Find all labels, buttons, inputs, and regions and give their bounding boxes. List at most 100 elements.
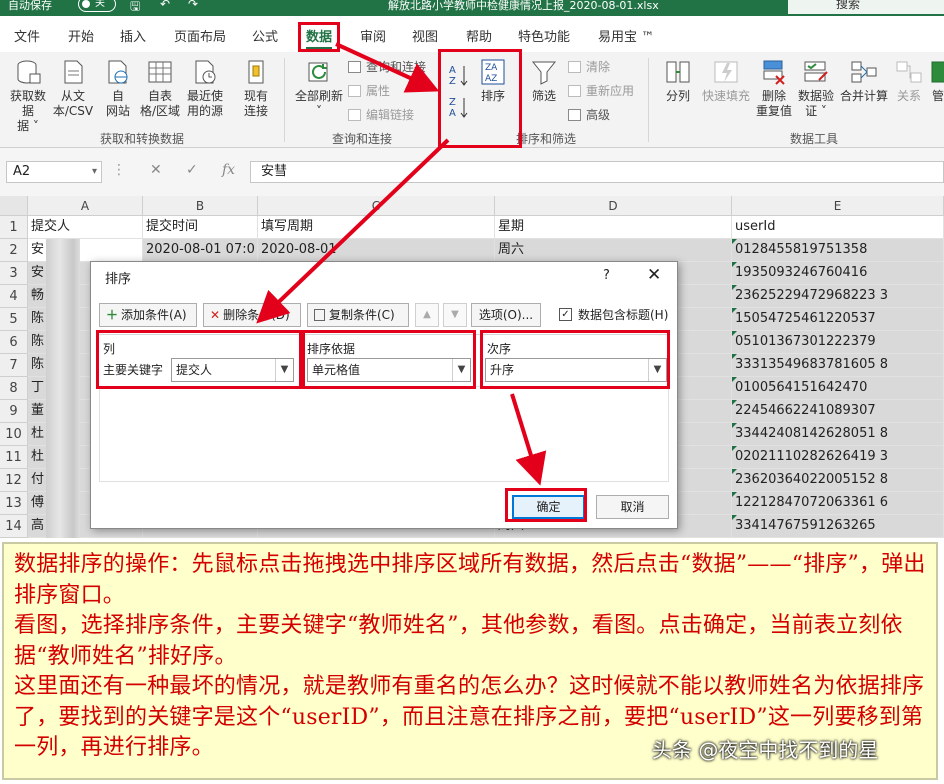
tab-page-layout[interactable]: 页面布局: [174, 26, 226, 45]
row-header[interactable]: 6: [0, 331, 28, 354]
from-text-button[interactable]: 从文 本/CSV: [50, 58, 96, 119]
search-box[interactable]: 搜索: [788, 0, 944, 14]
queries-icon: [348, 61, 361, 73]
cancel-button[interactable]: 取消: [596, 495, 669, 519]
tab-formulas[interactable]: 公式: [252, 26, 278, 45]
redacted-name: [46, 423, 80, 446]
consolidate-button[interactable]: 合并计算: [836, 58, 892, 104]
data-model-icon: [931, 61, 944, 83]
dialog-title: 排序: [105, 272, 132, 287]
tab-insert[interactable]: 插入: [120, 26, 146, 45]
text-to-columns-button[interactable]: 分列: [656, 58, 700, 104]
grid-cell[interactable]: 提交时间: [143, 216, 258, 239]
options-button[interactable]: 选项(O)...: [471, 303, 541, 327]
manage-data-model-button[interactable]: 管: [928, 58, 944, 104]
enter-icon[interactable]: ✓: [186, 162, 198, 178]
tab-view[interactable]: 视图: [412, 26, 438, 45]
grid-cell[interactable]: 15054725461220537: [732, 308, 944, 331]
tab-easy-tool[interactable]: 易用宝 ™: [598, 26, 654, 45]
from-web-button[interactable]: 自网站: [98, 58, 138, 119]
queries-connections-button[interactable]: 查询和连接: [348, 58, 426, 75]
grid-cell[interactable]: 33442408142628051 8: [732, 423, 944, 446]
grid-cell[interactable]: 1935093246760416: [732, 262, 944, 285]
row-header[interactable]: 3: [0, 262, 28, 285]
row-header[interactable]: 10: [0, 423, 28, 446]
row-header[interactable]: 14: [0, 515, 28, 538]
close-button[interactable]: ✕: [647, 265, 661, 285]
get-data-button[interactable]: 获取数据据 ˅: [8, 58, 48, 134]
delete-level-button[interactable]: ✕ 删除条件(D): [203, 303, 301, 327]
copy-level-button[interactable]: 复制条件(C): [307, 303, 409, 327]
row-header[interactable]: 12: [0, 469, 28, 492]
tab-features[interactable]: 特色功能: [518, 26, 570, 45]
remove-dup-label-2: 重复值: [755, 104, 792, 118]
row-header[interactable]: 5: [0, 308, 28, 331]
filter-button[interactable]: 筛选: [526, 58, 562, 104]
grid-cell[interactable]: 23625229472968223 3: [732, 285, 944, 308]
existing-connections-button[interactable]: 现有 连接: [236, 58, 276, 119]
select-all-corner[interactable]: [0, 196, 28, 216]
grid-cell[interactable]: 0128455819751358: [732, 239, 944, 262]
from-table-button[interactable]: 自表 格/区域: [138, 58, 182, 119]
tab-help[interactable]: 帮助: [466, 26, 492, 45]
row-header[interactable]: 2: [0, 239, 28, 262]
reapply-button[interactable]: 重新应用: [568, 82, 634, 99]
recent-sources-button[interactable]: 最近使 用的源: [182, 58, 228, 119]
grid-cell[interactable]: 填写周期: [258, 216, 495, 239]
column-header-b[interactable]: B: [143, 196, 258, 216]
grid-cell[interactable]: 02021110282626419 3: [732, 446, 944, 469]
grid-cell[interactable]: 33414767591263265: [732, 515, 944, 538]
help-button[interactable]: ?: [603, 268, 610, 283]
flash-fill-button[interactable]: 快速填充: [700, 58, 752, 104]
grid-cell[interactable]: 0100564151642470: [732, 377, 944, 400]
formula-input[interactable]: 安彗: [250, 161, 944, 183]
advanced-filter-button[interactable]: 高级: [568, 106, 610, 123]
column-header-a[interactable]: A: [28, 196, 143, 216]
column-header-d[interactable]: D: [495, 196, 732, 216]
tab-review[interactable]: 审阅: [360, 26, 386, 45]
row-header[interactable]: 13: [0, 492, 28, 515]
autosave-toggle[interactable]: 关: [78, 0, 116, 12]
refresh-all-button[interactable]: 全部刷新 ˅: [292, 58, 346, 119]
grid-cell[interactable]: 05101367301222379: [732, 331, 944, 354]
row-header[interactable]: 4: [0, 285, 28, 308]
grid-cell[interactable]: 星期: [495, 216, 732, 239]
tab-file[interactable]: 文件: [14, 26, 40, 45]
add-level-button[interactable]: ＋添加条件(A): [99, 303, 197, 327]
move-down-button[interactable]: ▼: [443, 303, 467, 327]
save-icon[interactable]: 🖫: [130, 0, 140, 16]
grid-cell[interactable]: userId: [732, 216, 944, 239]
clear-filter-button[interactable]: 清除: [568, 58, 610, 75]
redo-icon[interactable]: ↷: [188, 0, 198, 11]
name-box[interactable]: A2: [6, 161, 102, 183]
row-header[interactable]: 8: [0, 377, 28, 400]
row-header[interactable]: 1: [0, 216, 28, 239]
column-header-e[interactable]: E: [732, 196, 944, 216]
grid-cell[interactable]: 2020-08-01: [258, 239, 495, 262]
row-header[interactable]: 9: [0, 400, 28, 423]
row-header[interactable]: 7: [0, 354, 28, 377]
grid-cell[interactable]: 22454662241089307: [732, 400, 944, 423]
grid-cell[interactable]: 提交人: [28, 216, 143, 239]
undo-icon[interactable]: ↶: [160, 0, 170, 11]
grid-cell[interactable]: 周六: [495, 239, 732, 262]
redacted-name: [46, 377, 80, 400]
edit-links-button[interactable]: 编辑链接: [348, 106, 414, 123]
row-header[interactable]: 11: [0, 446, 28, 469]
from-table-label: 自表: [147, 89, 172, 103]
relationships-button[interactable]: 关系: [892, 58, 926, 104]
refresh-dropdown-icon: ˅: [316, 104, 322, 118]
cancel-icon[interactable]: ✕: [150, 162, 162, 178]
remove-duplicates-button[interactable]: 删除 重复值: [754, 58, 794, 119]
data-validation-button[interactable]: 数据验证 ˅: [796, 58, 836, 119]
insert-function-icon[interactable]: fx: [222, 162, 235, 178]
column-header-c[interactable]: C: [258, 196, 495, 216]
grid-cell[interactable]: 33313549683781605 8: [732, 354, 944, 377]
tab-home[interactable]: 开始: [68, 26, 94, 45]
has-headers-checkbox[interactable]: ✓: [559, 308, 572, 321]
grid-cell[interactable]: 23620364022005152 8: [732, 469, 944, 492]
grid-cell[interactable]: 12212847072063361 6: [732, 492, 944, 515]
properties-button[interactable]: 属性: [348, 82, 390, 99]
move-up-button[interactable]: ▲: [415, 303, 439, 327]
grid-cell[interactable]: 2020-08-01 07:0: [143, 239, 258, 262]
